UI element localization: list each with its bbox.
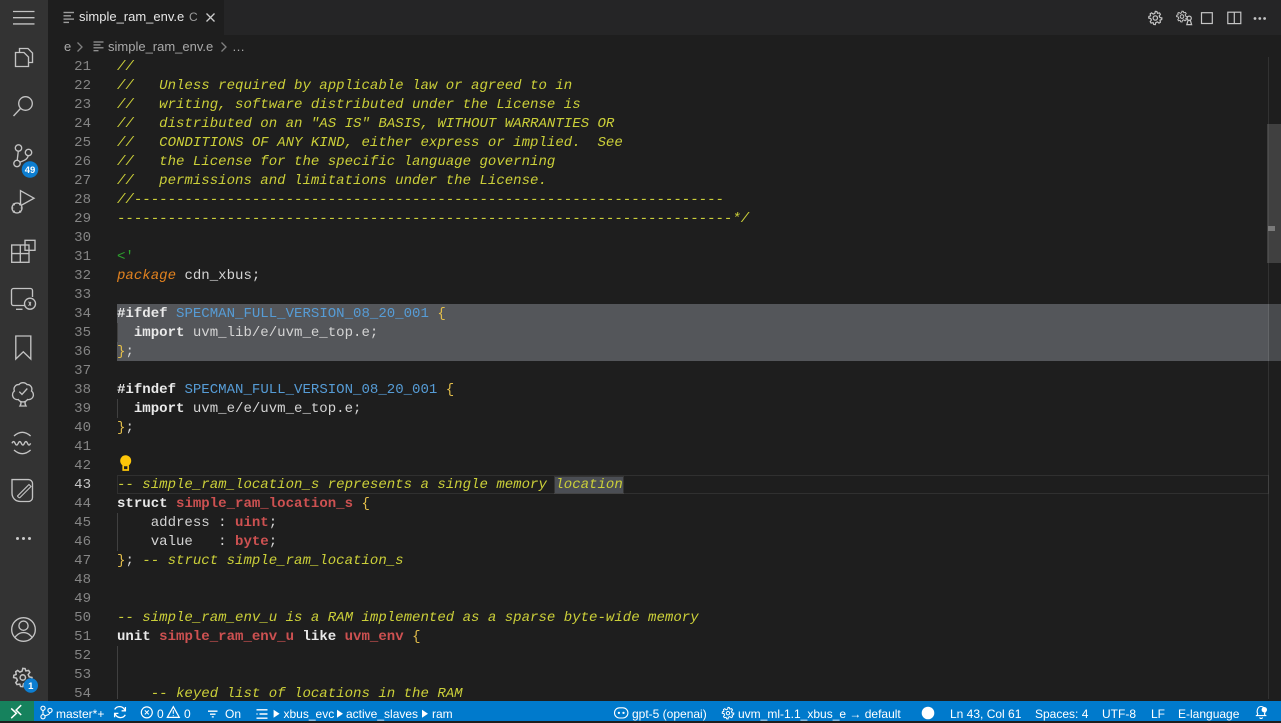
- svg-text:49: 49: [25, 165, 36, 176]
- svg-text:1: 1: [28, 681, 34, 692]
